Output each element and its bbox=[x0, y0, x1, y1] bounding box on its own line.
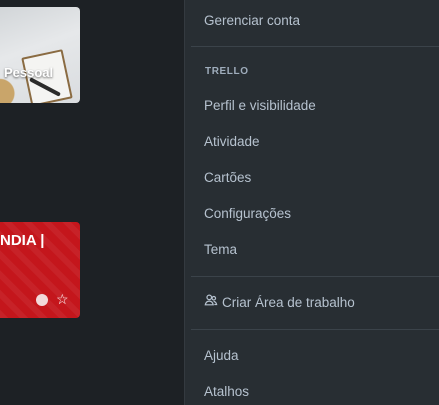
menu-item-theme[interactable]: Tema bbox=[204, 238, 237, 262]
board-title: NDIA | bbox=[0, 232, 45, 249]
menu-item-activity[interactable]: Atividade bbox=[204, 130, 260, 154]
account-menu: Gerenciar conta TRELLO Perfil e visibili… bbox=[184, 0, 439, 405]
menu-item-label: Criar Área de trabalho bbox=[222, 295, 355, 310]
menu-item-settings[interactable]: Configurações bbox=[204, 202, 291, 226]
menu-item-manage-account[interactable]: Gerenciar conta bbox=[204, 9, 300, 33]
board-card-pessoal[interactable]: Pessoal bbox=[0, 7, 80, 103]
menu-divider bbox=[191, 46, 439, 47]
menu-item-create-workspace[interactable]: Criar Área de trabalho bbox=[204, 291, 355, 315]
menu-divider bbox=[191, 329, 439, 330]
menu-item-help[interactable]: Ajuda bbox=[204, 344, 239, 368]
board-card-red[interactable]: NDIA | ☆ bbox=[0, 222, 80, 318]
people-icon bbox=[204, 291, 220, 315]
board-status-dot bbox=[36, 294, 48, 306]
star-icon[interactable]: ☆ bbox=[56, 290, 69, 308]
board-title: Pessoal bbox=[4, 65, 54, 80]
menu-item-profile-visibility[interactable]: Perfil e visibilidade bbox=[204, 94, 316, 118]
menu-divider bbox=[191, 276, 439, 277]
menu-item-shortcuts[interactable]: Atalhos bbox=[204, 380, 249, 404]
section-label-trello: TRELLO bbox=[205, 66, 249, 77]
menu-item-cards[interactable]: Cartões bbox=[204, 166, 251, 190]
